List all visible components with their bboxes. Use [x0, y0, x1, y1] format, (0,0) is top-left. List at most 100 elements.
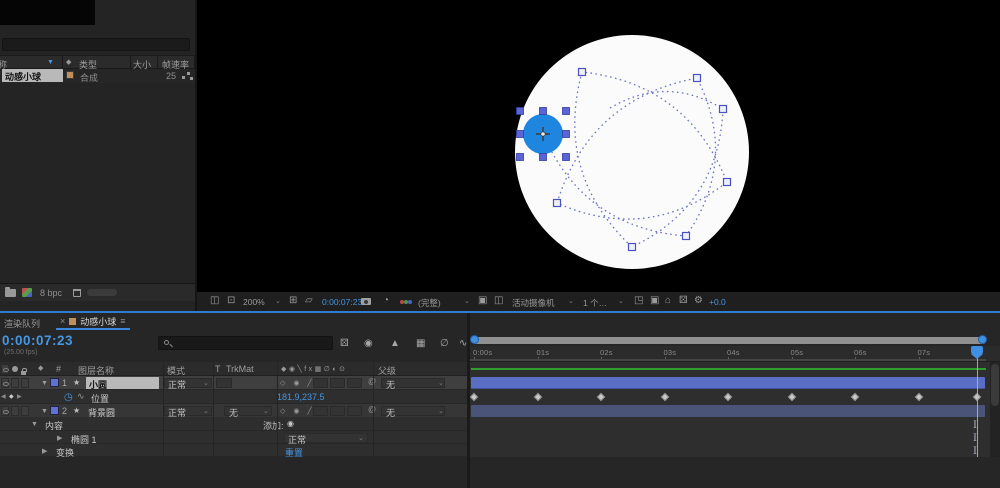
playhead-head[interactable]	[971, 346, 983, 354]
switch-cell[interactable]	[330, 378, 345, 388]
visibility-toggle[interactable]	[1, 378, 9, 388]
motion-path-keyframe-square[interactable]	[683, 233, 690, 240]
timeline-search-field[interactable]	[158, 336, 333, 350]
position-value[interactable]: 181.9,237.5	[277, 392, 325, 402]
lock-toggle[interactable]	[21, 378, 29, 388]
preview-time-display[interactable]: 0:00:07:23	[322, 297, 362, 307]
project-search-field[interactable]	[2, 38, 190, 51]
audio-toggle[interactable]	[11, 406, 19, 416]
add-shape-icon[interactable]: ◉	[287, 419, 294, 428]
pixel-aspect-icon[interactable]: ⌂	[665, 296, 671, 306]
column-t[interactable]: T	[215, 364, 221, 374]
show-snapshot-icon[interactable]: ◔	[383, 296, 389, 306]
label-column-icon[interactable]: ◆	[66, 59, 71, 66]
composition-viewer[interactable]	[197, 0, 1000, 292]
camera-chevron-icon[interactable]: ⌄	[568, 297, 574, 305]
region-of-interest-icon[interactable]: ▣	[478, 296, 487, 306]
visibility-toggle[interactable]	[1, 406, 9, 416]
panel-menu-icon[interactable]: ≡	[120, 316, 125, 326]
work-area-bar[interactable]	[470, 359, 986, 361]
group-row-ellipse[interactable]: ▶ 椭圆 1 正常 ⌄	[0, 431, 467, 444]
switch-cell[interactable]	[330, 406, 345, 416]
switch-cell[interactable]	[347, 378, 362, 388]
layer-switches[interactable]: ◇ ◉ ╱	[280, 407, 315, 415]
playhead-line[interactable]	[977, 346, 978, 457]
grid-guides-icon[interactable]: ▣	[650, 296, 659, 306]
collapsed-triangle-icon[interactable]: ▶	[42, 447, 47, 455]
layer-row-2[interactable]: ▼ 2 ★ 背景圆 正常 ⌄ 无 ⌄ ◇ ◉ ╱ @ 无 ⌄	[0, 404, 467, 418]
preserve-transparency-box[interactable]	[216, 378, 232, 388]
transform-label[interactable]: 变换	[56, 446, 74, 459]
timeline-track-area[interactable]: 0:00s01s02s03s04s05s06s07s III	[470, 313, 1000, 488]
new-folder-icon[interactable]	[5, 289, 16, 297]
parent-chevron-icon[interactable]: ⌄	[438, 379, 444, 387]
camera-select[interactable]: 活动摄像机	[512, 297, 555, 309]
navigator-handle-right[interactable]	[978, 335, 987, 344]
navigator-handle-left[interactable]	[470, 335, 479, 344]
tab-composition[interactable]: × 动感小球 ≡	[56, 314, 130, 330]
layer-1-duration-bar[interactable]	[471, 377, 985, 389]
trash-icon[interactable]	[73, 289, 81, 297]
motion-path-keyframe-square[interactable]	[724, 179, 731, 186]
column-trkmat[interactable]: TrkMat	[226, 364, 254, 374]
view-layout-chevron-icon[interactable]: ⌄	[618, 297, 624, 305]
snapshot-icon[interactable]	[361, 298, 371, 305]
audio-toggle[interactable]	[11, 378, 19, 388]
anchor-point-center[interactable]	[541, 132, 545, 136]
selection-handle[interactable]	[517, 108, 524, 115]
keyframe-toggle-icon[interactable]: ◆	[9, 393, 14, 400]
view-layout-select[interactable]: 1 个…	[583, 297, 607, 309]
keyframe-next-icon[interactable]: ▶	[17, 393, 22, 400]
shy-layers-icon[interactable]: ▲	[390, 338, 400, 349]
timeline-navigator-bar[interactable]	[472, 337, 986, 344]
keyframe-prev-icon[interactable]: ◀	[1, 393, 6, 400]
layer-switches[interactable]: ◇ ◉ ╱	[280, 379, 315, 387]
bit-depth-label[interactable]: 8 bpc	[40, 288, 62, 298]
motion-path-keyframe-square[interactable]	[554, 200, 561, 207]
resolution-chevron-icon[interactable]: ⌄	[464, 297, 470, 305]
selection-handle[interactable]	[563, 131, 570, 138]
display-icon[interactable]: ⊡	[227, 296, 235, 306]
switch-cell[interactable]	[313, 378, 328, 388]
lock-toggle[interactable]	[21, 406, 29, 416]
graph-icon[interactable]: ∿	[77, 392, 85, 401]
frame-blend-icon[interactable]: ▦	[416, 338, 425, 349]
project-item-name[interactable]: 动感小球	[2, 69, 63, 82]
selection-handle[interactable]	[517, 131, 524, 138]
layer-color-swatch[interactable]	[50, 378, 59, 387]
mini-flowchart-icon[interactable]: ⚄	[679, 296, 688, 306]
channel-select-icon[interactable]	[400, 300, 404, 304]
layer-name-edit-field[interactable]: 小圆	[86, 377, 159, 389]
layer-row-1[interactable]: ▼ 1 ★ 小圆 正常 ⌄ ◇ ◉ ╱ @ 无 ⌄	[0, 376, 467, 390]
zoom-level-select[interactable]: 200%	[243, 297, 265, 307]
close-tab-icon[interactable]: ×	[60, 316, 65, 326]
trkmat-chevron-icon[interactable]: ⌄	[263, 407, 269, 415]
selection-handle[interactable]	[563, 108, 570, 115]
vertical-scrollbar-thumb[interactable]	[991, 364, 999, 406]
blend-mode-chevron-icon[interactable]: ⌄	[358, 434, 364, 442]
panel-split-icon[interactable]: ◫	[210, 296, 219, 306]
expand-triangle-icon[interactable]: ▼	[31, 421, 38, 428]
selection-handle[interactable]	[540, 108, 547, 115]
project-settings-icon[interactable]	[22, 288, 32, 297]
composition-region-icon[interactable]: ◳	[634, 296, 643, 306]
resolution-select[interactable]: (完整)	[418, 297, 441, 309]
transparency-grid-icon[interactable]: ◫	[494, 296, 503, 306]
motion-path-keyframe-square[interactable]	[579, 69, 586, 76]
layer-2-duration-bar[interactable]	[471, 405, 985, 417]
mode-chevron-icon[interactable]: ⌄	[203, 379, 209, 387]
reset-link[interactable]: 重置	[285, 446, 303, 459]
group-row-contents[interactable]: ▼ 内容 添加: ◉	[0, 417, 467, 431]
selection-handle[interactable]	[517, 154, 524, 161]
zoom-chevron-icon[interactable]: ⌄	[275, 297, 281, 305]
composition-canvas[interactable]	[197, 0, 1000, 292]
layer-color-swatch[interactable]	[50, 406, 59, 415]
mode-chevron-icon[interactable]: ⌄	[203, 407, 209, 415]
collapsed-triangle-icon[interactable]: ▶	[57, 434, 62, 442]
property-row-position[interactable]: ◀ ◆ ▶ ◷ ∿ 位置 181.9,237.5	[0, 390, 467, 404]
expand-triangle-icon[interactable]: ▼	[41, 380, 48, 387]
expand-triangle-icon[interactable]: ▼	[41, 408, 48, 415]
composition-mini-flowchart-icon[interactable]: ⚄	[340, 338, 349, 349]
switch-cell[interactable]	[347, 406, 362, 416]
group-row-transform[interactable]: ▶ 变换 重置	[0, 444, 467, 457]
